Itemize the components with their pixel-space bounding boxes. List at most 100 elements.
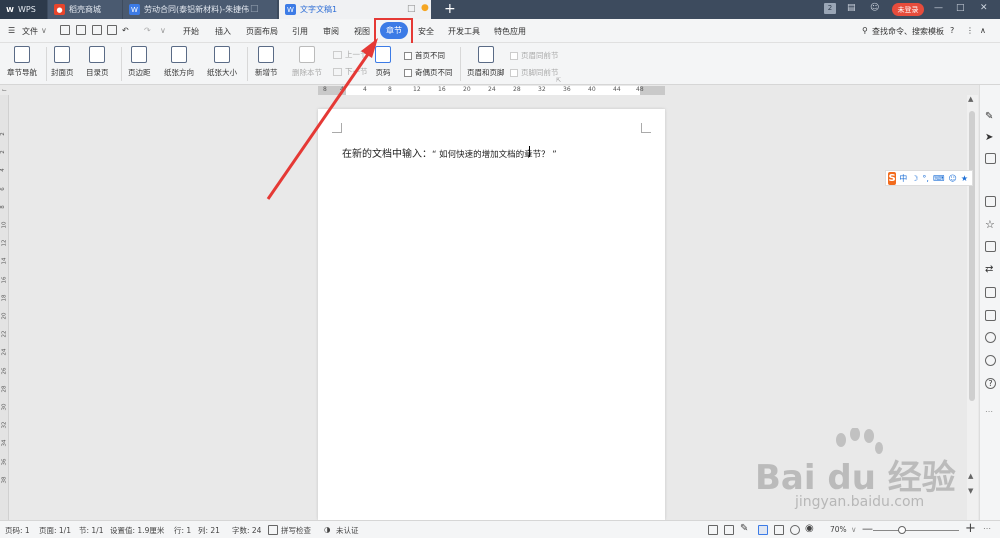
header-footer-button[interactable]: 页眉和页脚 <box>467 46 505 78</box>
shield-icon[interactable]: ◑ <box>324 525 331 534</box>
same-as-prev-header-checkbox[interactable]: 页眉同前节 <box>510 50 559 61</box>
outline-view-icon[interactable] <box>774 525 784 535</box>
skin-icon[interactable]: ▤ <box>847 3 856 13</box>
save-icon[interactable] <box>60 25 70 35</box>
spellcheck-icon[interactable] <box>268 525 278 535</box>
punctuation-icon[interactable]: °, <box>922 174 929 183</box>
zoom-out-button[interactable]: — <box>862 522 873 535</box>
keyboard-icon[interactable]: ⌨ <box>933 174 945 183</box>
print-icon[interactable] <box>92 25 102 35</box>
status-setting-value[interactable]: 设置值: 1.9厘米 <box>110 525 164 536</box>
pen-icon[interactable]: ✎ <box>985 111 996 122</box>
star-icon[interactable]: ☆ <box>985 218 996 231</box>
next-section-button[interactable]: 下一节 <box>333 66 368 77</box>
status-row[interactable]: 行: 1 <box>174 525 191 536</box>
chevron-down-icon[interactable]: ∨ <box>41 26 47 35</box>
ime-chinese-toggle[interactable]: 中 <box>899 173 907 184</box>
vertical-scrollbar[interactable]: ▲ ▲ ▼ <box>967 95 978 520</box>
menu-home[interactable]: 开始 <box>183 26 199 37</box>
window-count-badge[interactable]: 2 <box>824 3 836 14</box>
menu-insert[interactable]: 插入 <box>215 26 231 37</box>
chapter-nav-button[interactable]: 章节导航 <box>7 46 37 78</box>
command-search[interactable]: 查找命令、搜索模板 <box>872 26 944 37</box>
help-icon[interactable]: ? <box>950 26 954 35</box>
same-as-prev-footer-checkbox[interactable]: 页脚同前节 <box>510 67 559 78</box>
wps-home-tab[interactable]: W WPS <box>0 0 47 19</box>
scrollbar-thumb[interactable] <box>969 111 975 401</box>
image-icon[interactable] <box>985 310 996 321</box>
share-icon[interactable] <box>985 241 996 252</box>
tab-monitor-icon[interactable]: □ <box>407 4 416 14</box>
statusbar-scroll-icon[interactable]: ⋯ <box>983 524 991 533</box>
hamburger-icon[interactable]: ☰ <box>8 26 15 35</box>
history-icon[interactable] <box>985 355 996 366</box>
menu-security[interactable]: 安全 <box>418 26 434 37</box>
dialog-launcher-icon[interactable]: ⇱ <box>556 77 561 84</box>
ime-toolbar[interactable]: S 中 ☽ °, ⌨ ☺ ★ <box>885 170 973 186</box>
zoom-in-button[interactable]: + <box>965 521 976 536</box>
margins-button[interactable]: 页边距 <box>128 46 151 78</box>
status-auth[interactable]: 未认证 <box>336 525 359 536</box>
cover-page-button[interactable]: 封面页 <box>51 46 74 78</box>
document-tools-icon[interactable] <box>985 196 996 207</box>
tab-stop-icon[interactable]: ⌙ <box>2 87 7 94</box>
vertical-ruler[interactable]: 2 2 4 6 8 10 12 14 16 18 20 22 24 26 28 30 32 34 36 38 <box>0 95 9 520</box>
status-spellcheck[interactable]: 拼写检查 <box>281 525 311 536</box>
menu-page-layout[interactable]: 页面布局 <box>246 26 278 37</box>
status-section[interactable]: 节: 1/1 <box>79 525 103 536</box>
prev-section-button[interactable]: 上一节 <box>333 49 368 60</box>
login-button[interactable]: 未登录 <box>892 3 924 16</box>
user-icon[interactable]: ☺ <box>870 3 879 13</box>
status-pages[interactable]: 页面: 1/1 <box>39 525 71 536</box>
redo-icon[interactable]: ↷ <box>144 26 151 35</box>
scroll-up-icon[interactable]: ▲ <box>968 472 973 480</box>
toc-page-button[interactable]: 目录页 <box>86 46 109 78</box>
menu-special-apps[interactable]: 特色应用 <box>494 26 526 37</box>
zoom-dropdown-icon[interactable]: ∨ <box>851 525 857 534</box>
print-preview-icon[interactable] <box>107 25 117 35</box>
page-number-button[interactable]: 页码 <box>375 46 391 78</box>
scroll-up-icon[interactable]: ▲ <box>968 95 973 103</box>
page-view-icon[interactable] <box>758 525 768 535</box>
quick-access-chevron-icon[interactable]: ∨ <box>160 26 166 35</box>
orientation-button[interactable]: 纸张方向 <box>164 46 194 78</box>
maximize-icon[interactable]: □ <box>956 3 965 13</box>
menu-file[interactable]: 文件 <box>22 26 38 37</box>
export-pdf-icon[interactable] <box>76 25 86 35</box>
download-icon[interactable] <box>985 332 996 343</box>
zoom-slider-track[interactable] <box>873 530 959 531</box>
shapes-icon[interactable] <box>985 153 996 164</box>
help-circle-icon[interactable]: ? <box>985 378 996 389</box>
paper-size-button[interactable]: 纸张大小 <box>207 46 237 78</box>
translate-icon[interactable]: ⇄ <box>985 264 996 275</box>
status-column[interactable]: 列: 21 <box>198 525 220 536</box>
status-word-count[interactable]: 字数: 24 <box>232 525 261 536</box>
skin-icon[interactable]: ★ <box>961 174 968 183</box>
document-body-text[interactable]: 在新的文档中输入：“ 如何快速的增加文档的章节？ ” <box>342 145 557 160</box>
reading-mode-icon[interactable] <box>724 525 734 535</box>
scroll-down-icon[interactable]: ▼ <box>968 487 973 495</box>
collapse-ribbon-icon[interactable]: ∧ <box>980 26 986 35</box>
tab-daoke-store[interactable]: ● 稻壳商城 <box>48 0 122 19</box>
menu-view[interactable]: 视图 <box>354 26 370 37</box>
new-section-button[interactable]: 新增节 <box>255 46 278 78</box>
search-icon[interactable]: ⚲ <box>862 26 868 35</box>
zoom-level[interactable]: 70% <box>830 525 847 534</box>
eye-protect-icon[interactable]: ◉ <box>805 523 814 534</box>
more-dots-icon[interactable]: ⋯ <box>985 407 996 418</box>
web-view-icon[interactable] <box>790 525 800 535</box>
status-page[interactable]: 页码: 1 <box>5 525 30 536</box>
document-page[interactable]: 在新的文档中输入：“ 如何快速的增加文档的章节？ ” <box>318 109 665 520</box>
menu-developer[interactable]: 开发工具 <box>448 26 480 37</box>
backup-icon[interactable] <box>985 287 996 298</box>
undo-icon[interactable]: ↶ <box>122 26 129 35</box>
menu-references[interactable]: 引用 <box>292 26 308 37</box>
zoom-slider-knob[interactable] <box>898 526 906 534</box>
horizontal-ruler[interactable]: 8 4 4 8 12 16 20 24 28 32 36 40 44 48 <box>318 86 665 95</box>
minimize-icon[interactable]: — <box>934 3 943 13</box>
fullscreen-icon[interactable] <box>708 525 718 535</box>
pen-mode-icon[interactable]: ✎ <box>740 523 748 534</box>
tab-monitor-icon[interactable]: □ <box>250 4 259 14</box>
menu-review[interactable]: 审阅 <box>323 26 339 37</box>
moon-icon[interactable]: ☽ <box>911 174 918 183</box>
